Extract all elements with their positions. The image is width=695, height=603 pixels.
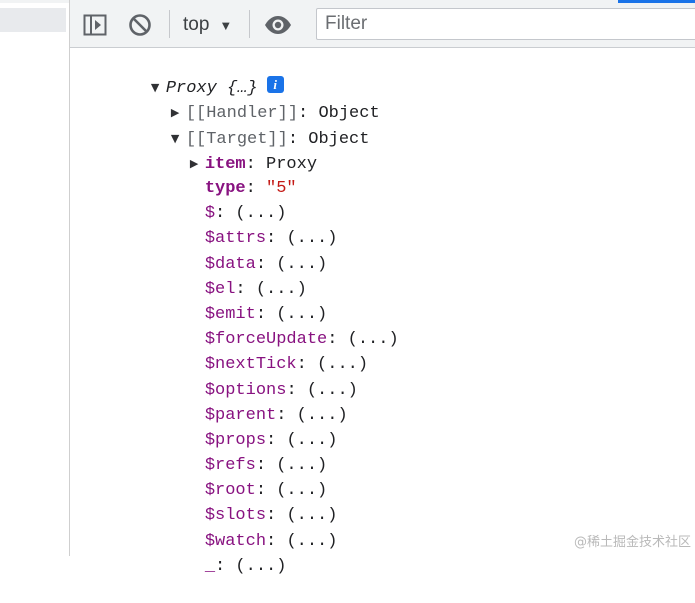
property-row-getter[interactable]: $watch: (...) bbox=[164, 506, 338, 551]
property-row-getter[interactable]: $: (...) bbox=[164, 178, 287, 223]
property-row-getter[interactable]: $el: (...) bbox=[164, 254, 307, 299]
property-row-getter[interactable]: $nextTick: (...) bbox=[164, 329, 368, 374]
console-toolbar: top ▼ bbox=[70, 0, 695, 48]
property-row-getter[interactable]: $parent: (...) bbox=[164, 380, 348, 425]
console-output: ▼ Proxy {…} i ▶ [[Handler]]: Object ▼ [[Targ… bbox=[70, 48, 695, 576]
property-row-getter[interactable]: $slots: (...) bbox=[164, 480, 338, 525]
filter-field[interactable] bbox=[316, 8, 695, 40]
block-icon bbox=[129, 14, 151, 36]
live-expression-button[interactable] bbox=[263, 10, 293, 40]
property-key: _ bbox=[204, 557, 216, 576]
property-row-item[interactable]: ▶ item: Proxy bbox=[149, 128, 317, 174]
proxy-root-row[interactable]: ▼ Proxy {…} i bbox=[110, 52, 284, 98]
handler-row[interactable]: ▶ [[Handler]]: Object bbox=[130, 77, 380, 123]
lazy-value[interactable]: (...) bbox=[235, 557, 286, 576]
eye-icon bbox=[265, 16, 291, 34]
property-row-getter[interactable]: $refs: (...) bbox=[164, 430, 327, 475]
left-panel-selected-row[interactable] bbox=[0, 8, 66, 32]
context-selector[interactable]: top ▼ bbox=[183, 11, 232, 39]
target-value: Object bbox=[308, 130, 370, 149]
toolbar-divider bbox=[249, 10, 250, 38]
property-row-getter[interactable]: $root: (...) bbox=[164, 455, 327, 500]
lazy-value[interactable]: (...) bbox=[286, 532, 337, 551]
target-row[interactable]: ▼ [[Target]]: Object bbox=[130, 103, 370, 149]
property-row-getter[interactable]: $options: (...) bbox=[164, 355, 358, 400]
clear-console-button[interactable] bbox=[125, 10, 155, 40]
sidebar-toggle-icon bbox=[83, 14, 107, 36]
property-row-getter[interactable]: $emit: (...) bbox=[164, 279, 327, 324]
left-panel-top-strip bbox=[0, 0, 69, 3]
property-row-getter[interactable]: $data: (...) bbox=[164, 229, 327, 274]
watermark: @稀土掘金技术社区 bbox=[573, 535, 691, 550]
context-label: top bbox=[183, 14, 210, 35]
property-row-getter[interactable]: _: (...) bbox=[164, 531, 287, 576]
toolbar-divider bbox=[169, 10, 170, 38]
property-row-type: type: "5" bbox=[164, 153, 297, 198]
chevron-down-icon: ▼ bbox=[219, 17, 233, 33]
filter-input[interactable] bbox=[317, 9, 693, 39]
left-panel bbox=[0, 0, 70, 556]
property-sep: : bbox=[215, 557, 236, 576]
property-row-getter[interactable]: $attrs: (...) bbox=[164, 203, 338, 248]
property-row-getter[interactable]: $forceUpdate: (...) bbox=[164, 304, 399, 349]
active-tab-indicator bbox=[618, 0, 695, 3]
sidebar-toggle-button[interactable] bbox=[80, 10, 110, 40]
property-row-getter[interactable]: $props: (...) bbox=[164, 405, 338, 450]
